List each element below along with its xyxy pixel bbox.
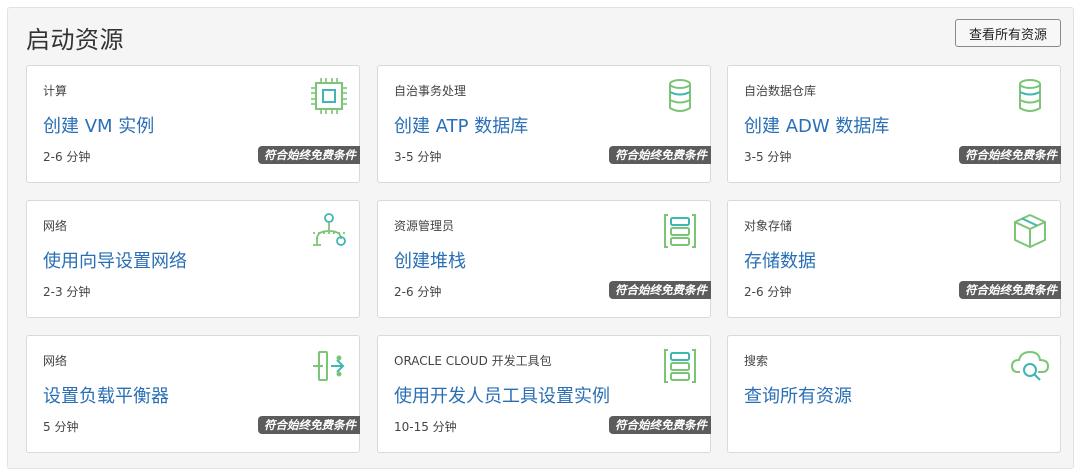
resource-card[interactable]: 搜索 查询所有资源 (727, 335, 1061, 453)
view-all-resources-button[interactable]: 查看所有资源 (955, 19, 1061, 47)
card-category: 网络 (43, 354, 68, 368)
card-category: 资源管理员 (394, 219, 455, 233)
always-free-badge: 符合始终免费条件 (609, 146, 711, 164)
card-duration: 3-5 分钟 (744, 150, 792, 164)
card-duration: 5 分钟 (43, 420, 79, 434)
always-free-badge: 符合始终免费条件 (959, 146, 1061, 164)
card-duration: 2-6 分钟 (394, 285, 442, 299)
stack-icon (660, 346, 700, 386)
card-action-link[interactable]: 使用向导设置网络 (43, 247, 187, 273)
card-action-link[interactable]: 创建 VM 实例 (43, 112, 154, 138)
always-free-badge: 符合始终免费条件 (959, 281, 1061, 299)
resource-card[interactable]: ORACLE CLOUD 开发工具包使用开发人员工具设置实例 10-15 分钟 符… (377, 335, 711, 453)
card-action-link[interactable]: 设置负载平衡器 (43, 382, 169, 408)
card-category: ORACLE CLOUD 开发工具包 (394, 354, 552, 368)
chip-icon (309, 76, 349, 116)
resource-card[interactable]: 自治数据仓库创建 ADW 数据库 3-5 分钟 符合始终免费条件 (727, 65, 1061, 183)
resource-card[interactable]: 对象存储存储数据 2-6 分钟 符合始终免费条件 (727, 200, 1061, 318)
always-free-badge: 符合始终免费条件 (609, 416, 711, 434)
resource-card[interactable]: 计算创建 VM 实例 2-6 分钟 符合始终免费条件 (26, 65, 360, 183)
database-icon (1010, 76, 1050, 116)
card-category: 计算 (43, 84, 68, 98)
card-action-link[interactable]: 查询所有资源 (744, 382, 852, 408)
card-duration: 10-15 分钟 (394, 420, 457, 434)
card-action-link[interactable]: 创建 ATP 数据库 (394, 112, 528, 138)
card-category: 自治事务处理 (394, 84, 467, 98)
card-duration: 3-5 分钟 (394, 150, 442, 164)
always-free-badge: 符合始终免费条件 (258, 146, 360, 164)
page-title: 启动资源 (26, 26, 124, 54)
card-duration: 2-3 分钟 (43, 285, 91, 299)
resource-card[interactable]: 网络设置负载平衡器 5 分钟 符合始终免费条件 (26, 335, 360, 453)
card-action-link[interactable]: 创建堆栈 (394, 247, 466, 273)
cloud-search-icon (1010, 346, 1050, 386)
database-icon (660, 76, 700, 116)
always-free-badge: 符合始终免费条件 (258, 416, 360, 434)
load-balancer-icon (309, 346, 349, 386)
card-category: 自治数据仓库 (744, 84, 817, 98)
always-free-badge: 符合始终免费条件 (609, 281, 711, 299)
card-category: 搜索 (744, 354, 769, 368)
resource-card[interactable]: 网络使用向导设置网络 2-3 分钟 (26, 200, 360, 318)
card-duration: 2-6 分钟 (43, 150, 91, 164)
card-action-link[interactable]: 创建 ADW 数据库 (744, 112, 889, 138)
card-action-link[interactable]: 存储数据 (744, 247, 816, 273)
card-action-link[interactable]: 使用开发人员工具设置实例 (394, 382, 610, 408)
resource-card[interactable]: 资源管理员创建堆栈 2-6 分钟 符合始终免费条件 (377, 200, 711, 318)
card-category: 网络 (43, 219, 68, 233)
network-icon (309, 211, 349, 251)
card-category: 对象存储 (744, 219, 793, 233)
cube-icon (1010, 211, 1050, 251)
stack-icon (660, 211, 700, 251)
card-duration: 2-6 分钟 (744, 285, 792, 299)
resource-card[interactable]: 自治事务处理创建 ATP 数据库 3-5 分钟 符合始终免费条件 (377, 65, 711, 183)
